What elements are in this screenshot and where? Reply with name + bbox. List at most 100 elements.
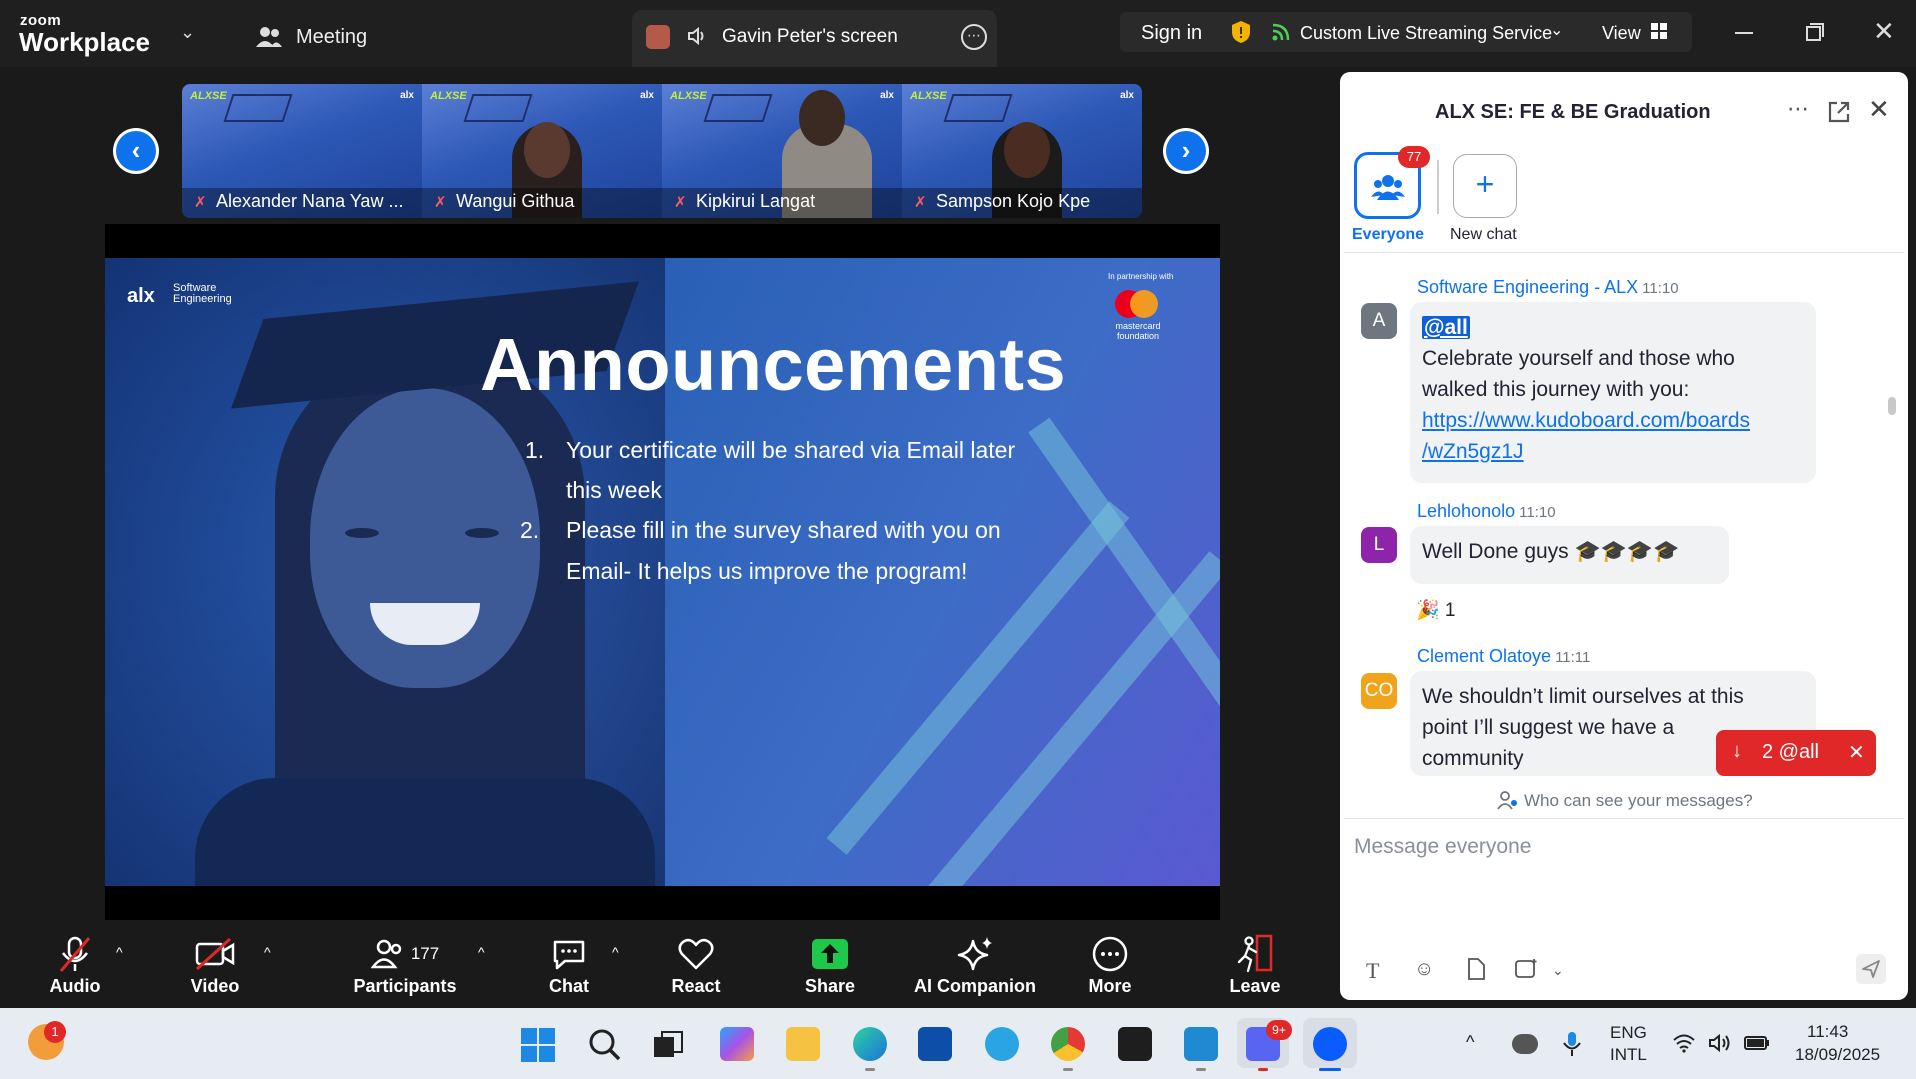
zoom-app-icon[interactable] xyxy=(1313,1027,1347,1061)
show-hidden-icons-chevron-icon[interactable]: ^ xyxy=(1466,1032,1474,1053)
mention-tag[interactable]: @all xyxy=(1422,316,1470,339)
participant-name: Alexander Nana Yaw ... xyxy=(216,191,404,211)
search-icon[interactable] xyxy=(588,1028,622,1062)
chevron-down-icon[interactable]: ⌄ xyxy=(1552,962,1564,979)
slide-stripe xyxy=(1028,417,1220,859)
weather-badge: 1 xyxy=(44,1021,66,1043)
chevron-down-icon[interactable]: ⌄ xyxy=(1550,20,1563,40)
participant-name: Kipkirui Langat xyxy=(696,191,816,211)
telegram-icon[interactable] xyxy=(985,1027,1019,1061)
chat-scrollbar[interactable] xyxy=(1888,397,1896,415)
audio-options-caret-icon[interactable]: ^ xyxy=(116,944,123,960)
keyboard-layout[interactable]: INTL xyxy=(1610,1045,1647,1065)
shield-icon[interactable] xyxy=(1230,20,1252,44)
avatar[interactable]: L xyxy=(1361,527,1397,563)
participants-button[interactable]: 177 Participants xyxy=(352,934,458,1004)
chrome-icon[interactable] xyxy=(1051,1027,1085,1061)
gallery-next-button[interactable]: › xyxy=(1163,128,1209,174)
meeting-people-icon xyxy=(256,27,282,47)
microphone-icon[interactable] xyxy=(1562,1030,1582,1058)
input-language[interactable]: ENG xyxy=(1610,1023,1647,1043)
participant-tile[interactable]: ALXSE alx ✗ Alexander Nana Yaw ... xyxy=(182,84,422,218)
arrow-down-icon: ↓ xyxy=(1732,740,1742,762)
volume-icon[interactable] xyxy=(1708,1033,1732,1053)
new-chat-button[interactable]: + xyxy=(1453,154,1517,218)
reaction-badge[interactable]: 🎉 1 xyxy=(1416,598,1456,622)
message-link[interactable]: /wZn5gz1J xyxy=(1422,440,1524,463)
mic-muted-icon xyxy=(59,936,91,972)
ai-companion-button[interactable]: AI Companion xyxy=(910,934,1040,1004)
message-text: Well Done guys 🎓🎓🎓🎓 xyxy=(1422,540,1680,563)
onedrive-icon[interactable] xyxy=(1512,1034,1538,1054)
jump-to-mentions-button[interactable]: ↓ 2 @all ✕ xyxy=(1716,730,1876,776)
clock-time[interactable]: 11:43 xyxy=(1807,1022,1848,1042)
format-text-icon[interactable]: T xyxy=(1366,958,1379,984)
video-options-caret-icon[interactable]: ^ xyxy=(264,944,271,960)
leave-button[interactable]: Leave xyxy=(1220,934,1290,1004)
message-sender[interactable]: Software Engineering - ALX 11:10 xyxy=(1417,277,1679,298)
share-button[interactable]: Share xyxy=(795,934,865,1004)
meeting-tab[interactable]: Meeting xyxy=(296,26,367,49)
message-link[interactable]: https://www.kudoboard.com/boards xyxy=(1422,409,1750,432)
video-button[interactable]: Video xyxy=(180,934,250,1004)
alx-mark: alx xyxy=(880,90,894,101)
mastercard-logo xyxy=(1130,290,1158,318)
emoji-icon[interactable]: ☺ xyxy=(1414,958,1434,981)
running-indicator xyxy=(1196,1068,1206,1071)
edge-browser-icon[interactable] xyxy=(853,1027,887,1061)
message-time: 11:10 xyxy=(1642,280,1679,297)
clock-date[interactable]: 18/09/2025 xyxy=(1795,1045,1880,1065)
participant-tile[interactable]: ALXSE alx ✗ Sampson Kojo Kpe xyxy=(902,84,1142,218)
grad-cap-graphic xyxy=(703,94,773,122)
chat-more-icon[interactable]: ⋯ xyxy=(1787,96,1810,122)
gallery-prev-button[interactable]: ‹ xyxy=(113,128,159,174)
react-button[interactable]: React xyxy=(661,934,731,1004)
streaming-service-dropdown[interactable]: Custom Live Streaming Service xyxy=(1300,23,1552,44)
grid-view-icon[interactable] xyxy=(1650,22,1668,40)
visibility-info-link[interactable]: Who can see your messages? xyxy=(1524,791,1753,811)
pop-out-icon[interactable] xyxy=(1827,100,1851,124)
graduate-gown xyxy=(195,778,655,886)
close-window-icon[interactable]: ✕ xyxy=(1873,16,1895,47)
close-chat-icon[interactable]: ✕ xyxy=(1868,94,1890,125)
mention-count: 2 @all xyxy=(1762,741,1819,763)
copilot-icon[interactable] xyxy=(720,1027,754,1061)
microsoft-store-icon[interactable] xyxy=(918,1027,952,1061)
file-icon[interactable] xyxy=(1466,958,1486,980)
chat-button[interactable]: Chat xyxy=(534,934,604,1004)
view-button[interactable]: View xyxy=(1602,23,1641,44)
restore-icon[interactable] xyxy=(1805,22,1825,42)
task-view-icon[interactable] xyxy=(652,1029,684,1061)
message-text: Celebrate yourself and those who xyxy=(1422,347,1735,370)
message-sender[interactable]: Clement Olatoye 11:11 xyxy=(1417,646,1590,667)
participant-tile[interactable]: ALXSE alx ✗ Kipkirui Langat xyxy=(662,84,902,218)
participant-tile[interactable]: ALXSE alx ✗ Wangui Githua xyxy=(422,84,662,218)
graduate-eye xyxy=(345,528,379,538)
file-explorer-icon[interactable] xyxy=(786,1027,820,1061)
message-text: point I’ll suggest we have a xyxy=(1422,716,1675,739)
avatar[interactable]: A xyxy=(1361,303,1397,339)
sign-in-button[interactable]: Sign in xyxy=(1141,22,1202,45)
app-menu-chevron-icon[interactable]: ⌄ xyxy=(180,22,195,43)
minimize-icon[interactable] xyxy=(1735,32,1753,34)
wifi-icon[interactable] xyxy=(1672,1033,1696,1053)
message-time: 11:10 xyxy=(1519,504,1556,521)
more-button[interactable]: More xyxy=(1075,934,1145,1004)
windows-start-icon[interactable] xyxy=(520,1027,556,1063)
send-icon xyxy=(1862,960,1880,978)
participants-options-caret-icon[interactable]: ^ xyxy=(478,944,485,960)
screenshot-icon[interactable] xyxy=(1514,958,1538,980)
slide-alx-logo: alx xyxy=(127,285,155,307)
message-input[interactable] xyxy=(1354,832,1874,862)
vscode-icon[interactable] xyxy=(1184,1027,1218,1061)
send-button[interactable] xyxy=(1856,954,1886,984)
more-options-icon[interactable]: ⋯ xyxy=(961,24,987,50)
dismiss-icon[interactable]: ✕ xyxy=(1848,740,1865,765)
chat-options-caret-icon[interactable]: ^ xyxy=(612,944,619,960)
figma-icon[interactable] xyxy=(1118,1027,1152,1061)
battery-icon[interactable] xyxy=(1744,1034,1770,1052)
audio-button[interactable]: Audio xyxy=(40,934,110,1004)
message-sender[interactable]: Lehlohonolo 11:10 xyxy=(1417,501,1556,522)
audio-label: Audio xyxy=(49,976,101,996)
avatar[interactable]: CO xyxy=(1361,673,1397,709)
